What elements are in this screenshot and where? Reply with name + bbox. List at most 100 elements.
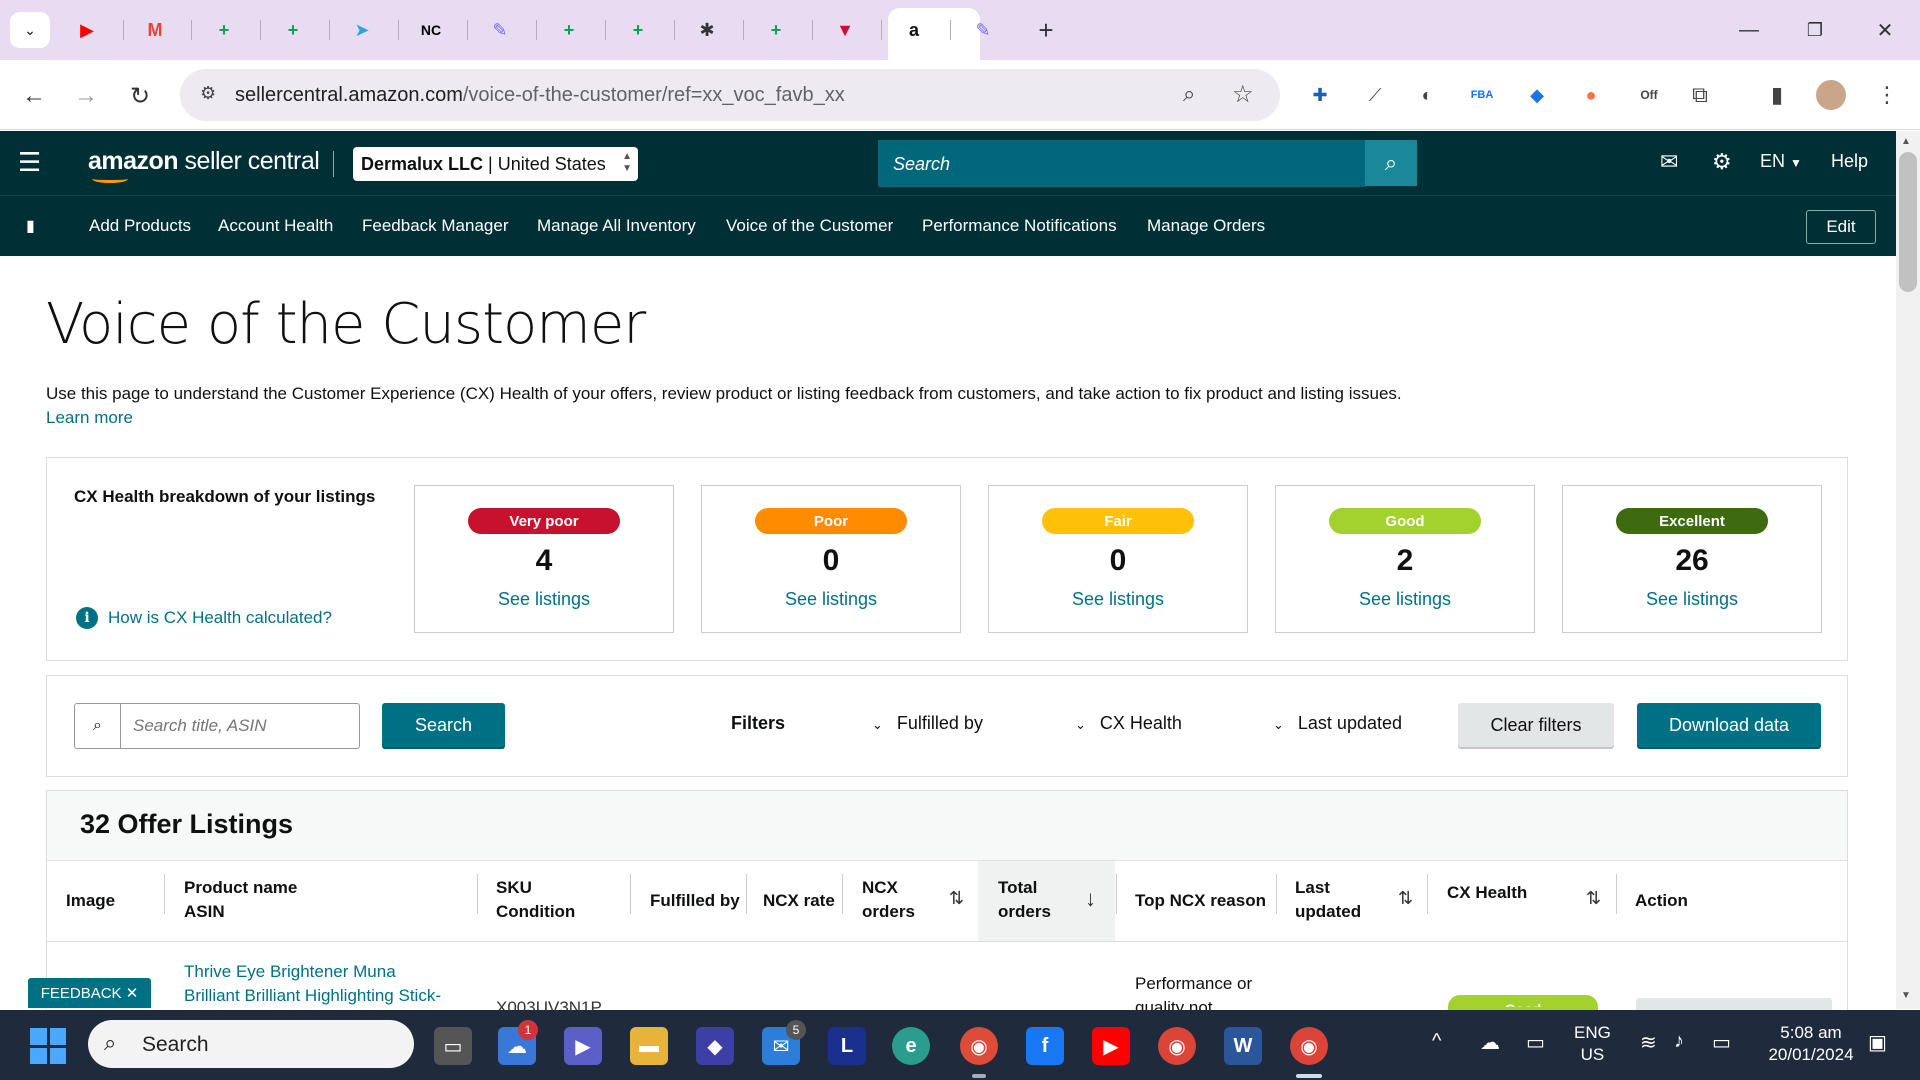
- telegram-icon[interactable]: ➤: [346, 14, 378, 46]
- listing-search-input[interactable]: [123, 705, 353, 747]
- feedback-tab[interactable]: FEEDBACK ✕: [28, 978, 151, 1008]
- hamburger-menu-icon[interactable]: ☰: [18, 147, 41, 178]
- copilot-icon[interactable]: ◆: [696, 1027, 734, 1065]
- puzzle-icon[interactable]: ✱: [691, 14, 723, 46]
- notifications-icon[interactable]: ▣: [1868, 1030, 1887, 1055]
- col-top-ncx-reason[interactable]: Top NCX reason: [1135, 889, 1266, 913]
- extension-icon[interactable]: ◐: [1412, 80, 1442, 110]
- col-fulfilled-by[interactable]: Fulfilled by: [650, 889, 740, 913]
- see-listings-link[interactable]: See listings: [702, 589, 960, 610]
- browser-menu-icon[interactable]: ⋮: [1872, 80, 1902, 110]
- windows-start-icon[interactable]: [30, 1028, 66, 1064]
- bookmark-icon[interactable]: ▮: [26, 216, 35, 236]
- col-ncx-orders[interactable]: NCX orders: [862, 876, 915, 924]
- col-ncx-rate[interactable]: NCX rate: [763, 889, 835, 913]
- display-icon[interactable]: ▭: [1526, 1030, 1545, 1055]
- sort-icon[interactable]: ⇅: [949, 888, 964, 909]
- download-data-button[interactable]: Download data: [1637, 703, 1821, 747]
- mail-icon[interactable]: ✉: [1660, 149, 1678, 175]
- col-sku[interactable]: SKU Condition: [496, 876, 575, 924]
- clear-filters-button[interactable]: Clear filters: [1458, 703, 1614, 747]
- tab-search-dropdown[interactable]: ⌄: [10, 12, 50, 48]
- nc-icon[interactable]: NC: [415, 14, 447, 46]
- clock[interactable]: 5:08 am 20/01/2024: [1756, 1022, 1866, 1066]
- product-name-link[interactable]: Thrive Eye Brightener Muna Brilliant Bril…: [184, 960, 474, 1008]
- nav-voice-of-the-customer[interactable]: Voice of the Customer: [726, 216, 893, 236]
- facebook-icon[interactable]: f: [1026, 1027, 1064, 1065]
- youtube-icon[interactable]: ▶: [71, 14, 103, 46]
- off-extension-icon[interactable]: Off: [1634, 80, 1664, 110]
- bookmark-star-icon[interactable]: ☆: [1232, 80, 1254, 109]
- reload-icon[interactable]: ↻: [120, 76, 160, 116]
- language-selector[interactable]: EN ▼: [1760, 151, 1802, 172]
- nav-performance-notifications[interactable]: Performance Notifications: [922, 216, 1117, 236]
- extension-icon[interactable]: ⟋: [1360, 80, 1390, 110]
- new-tab-button[interactable]: +: [1030, 14, 1062, 46]
- youtube-app-icon[interactable]: ▶: [1092, 1027, 1130, 1065]
- last-updated-filter[interactable]: ⌄ Last updated: [1273, 713, 1402, 734]
- cx-health-info-link[interactable]: i How is CX Health calculated?: [76, 607, 332, 629]
- task-view-icon[interactable]: ▭: [434, 1027, 472, 1065]
- sheets-icon[interactable]: +: [277, 14, 309, 46]
- amazon-icon[interactable]: a: [898, 14, 930, 46]
- header-search-button[interactable]: ⌕: [1365, 140, 1417, 186]
- search-button[interactable]: Search: [382, 703, 505, 747]
- volume-icon[interactable]: ♪: [1674, 1030, 1684, 1053]
- nav-feedback-manager[interactable]: Feedback Manager: [362, 216, 508, 236]
- onedrive-icon[interactable]: ☁: [1480, 1030, 1500, 1055]
- word-icon[interactable]: W: [1224, 1027, 1262, 1065]
- scroll-up-icon[interactable]: ▲: [1901, 136, 1911, 147]
- minimize-icon[interactable]: —: [1726, 14, 1772, 46]
- col-total-orders[interactable]: Total orders: [998, 876, 1051, 924]
- extension-icon[interactable]: ●: [1576, 80, 1606, 110]
- language-indicator[interactable]: ENG US: [1574, 1022, 1611, 1066]
- back-icon[interactable]: ←: [14, 76, 54, 116]
- sheets-icon[interactable]: +: [208, 14, 240, 46]
- see-listings-link[interactable]: See listings: [1276, 589, 1534, 610]
- site-info-icon[interactable]: ⚙: [200, 83, 216, 104]
- col-cx-health[interactable]: CX Health: [1447, 881, 1527, 905]
- fulfilled-by-filter[interactable]: ⌄ Fulfilled by: [872, 713, 983, 734]
- extensions-puzzle-icon[interactable]: ⧉: [1685, 80, 1715, 110]
- edge-icon[interactable]: e: [892, 1027, 930, 1065]
- sort-descending-icon[interactable]: ↓: [1085, 886, 1096, 912]
- side-panel-icon[interactable]: ▮: [1762, 80, 1792, 110]
- nav-account-health[interactable]: Account Health: [218, 216, 333, 236]
- chevron-up-icon[interactable]: ^: [1432, 1030, 1441, 1053]
- see-listings-link[interactable]: See listings: [415, 589, 673, 610]
- help-link[interactable]: Help: [1831, 151, 1868, 172]
- battery-icon[interactable]: ▭: [1712, 1030, 1731, 1055]
- nav-manage-orders[interactable]: Manage Orders: [1147, 216, 1265, 236]
- sheets-icon[interactable]: +: [553, 14, 585, 46]
- sort-icon[interactable]: ⇅: [1586, 888, 1601, 909]
- forward-icon[interactable]: →: [66, 76, 106, 116]
- edit-nav-button[interactable]: Edit: [1806, 210, 1876, 244]
- helium-icon[interactable]: ▼: [829, 14, 861, 46]
- header-search-input[interactable]: [879, 141, 1366, 187]
- file-explorer-icon[interactable]: ▬: [630, 1027, 668, 1065]
- address-bar[interactable]: ⚙ sellercentral.amazon.com/voice-of-the-…: [180, 69, 1280, 121]
- clickup-icon[interactable]: ✎: [967, 14, 999, 46]
- learn-more-link[interactable]: Learn more: [46, 408, 133, 428]
- close-window-icon[interactable]: ✕: [1862, 14, 1908, 46]
- taskbar-search[interactable]: ⌕ Search: [88, 1020, 414, 1068]
- scroll-down-icon[interactable]: ▼: [1901, 990, 1911, 1001]
- sort-icon[interactable]: ⇅: [1398, 888, 1413, 909]
- cx-health-filter[interactable]: ⌄ CX Health: [1075, 713, 1182, 734]
- restore-icon[interactable]: ❐: [1792, 14, 1838, 46]
- nav-manage-all-inventory[interactable]: Manage All Inventory: [537, 216, 696, 236]
- chrome-active-icon[interactable]: ◉: [1290, 1027, 1328, 1065]
- see-listings-link[interactable]: See listings: [1563, 589, 1821, 610]
- gear-icon[interactable]: ⚙: [1712, 149, 1732, 175]
- profile-avatar[interactable]: [1816, 80, 1846, 110]
- extension-icon[interactable]: ✚: [1305, 80, 1335, 110]
- scrollbar-thumb[interactable]: [1899, 152, 1917, 292]
- sheets-icon[interactable]: +: [622, 14, 654, 46]
- zoom-icon[interactable]: ⌕: [1183, 81, 1195, 107]
- sheets-icon[interactable]: +: [760, 14, 792, 46]
- col-last-updated[interactable]: Last updated: [1295, 876, 1361, 924]
- col-product-name[interactable]: Product name ASIN: [184, 876, 297, 924]
- extension-icon[interactable]: ◆: [1522, 80, 1552, 110]
- clickup-icon[interactable]: ✎: [484, 14, 516, 46]
- chrome-profile-icon[interactable]: ◉: [960, 1027, 998, 1065]
